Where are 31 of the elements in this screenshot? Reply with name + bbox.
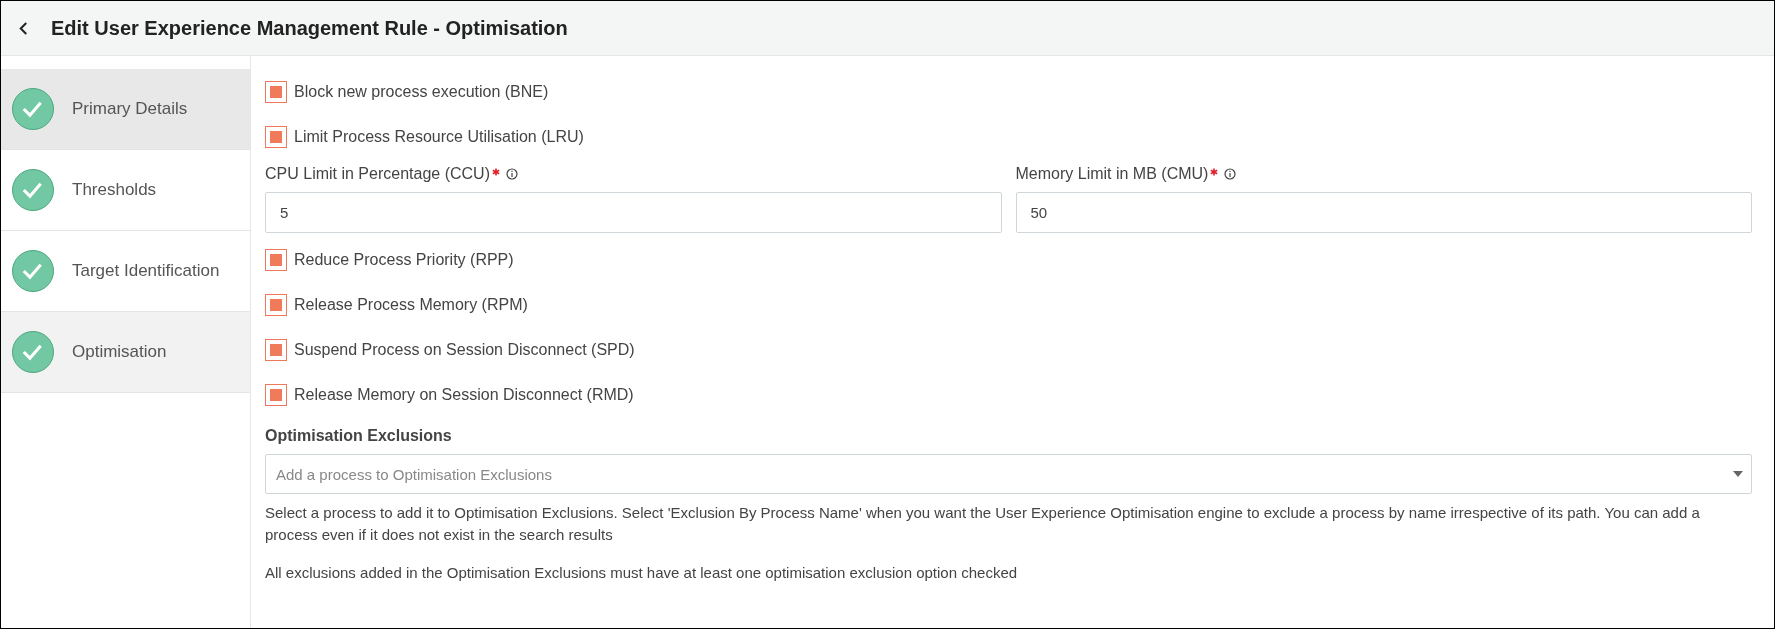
section-title: Optimisation Exclusions [265,427,453,445]
help-text: Select a process to add it to Optimisation Exclusions. Select 'Exclusion By Process Name' when you want the User Experience Optimisation engine to exclude a process by name irrespective of its path. You can add a process even if it does not exist in the search results [265,503,1701,545]
step-label: Primary Details [72,99,188,119]
page-title: Edit User Experience Management Rule - Optimisation [51,16,568,40]
checkbox[interactable] [265,293,287,316]
checkbox-label: Reduce Process Priority (RPP) [294,250,514,269]
field-label: CPU Limit in Percentage (CCU) [265,165,490,183]
info-icon [505,168,518,180]
back-icon[interactable] [18,20,29,36]
checkbox-label: Block new process execution (BNE) [294,82,549,101]
process-dropdown[interactable]: Add a process to Optimisation Exclusions [265,454,1752,494]
field-label: Memory Limit in MB (CMU) [1015,165,1209,183]
checkbox[interactable] [265,338,287,361]
info-icon [1224,168,1237,180]
input-field[interactable]: 50 [1015,192,1752,233]
checkbox-label: Release Memory on Session Disconnect (RMD) [294,385,634,404]
step-item[interactable]: Optimisation [1,312,250,393]
checkbox[interactable] [265,383,287,406]
checkbox-label: Suspend Process on Session Disconnect (SPD) [294,340,635,359]
note-text: All exclusions added in the Optimisation Exclusions must have at least one optimisation exclusion option checked [265,564,1019,581]
step-label: Thresholds [72,180,157,200]
step-label: Optimisation [72,342,167,362]
input-field[interactable]: 5 [265,192,1002,233]
checkbox[interactable] [265,248,287,271]
checkbox-label: Limit Process Resource Utilisation (LRU) [294,127,584,146]
checkbox[interactable] [265,125,287,148]
caret-icon [1733,471,1743,477]
step-item[interactable]: Primary Details [1,69,250,150]
checkbox[interactable] [265,80,287,103]
checkbox-label: Release Process Memory (RPM) [294,295,528,314]
step-label: Target Identification [72,261,220,281]
